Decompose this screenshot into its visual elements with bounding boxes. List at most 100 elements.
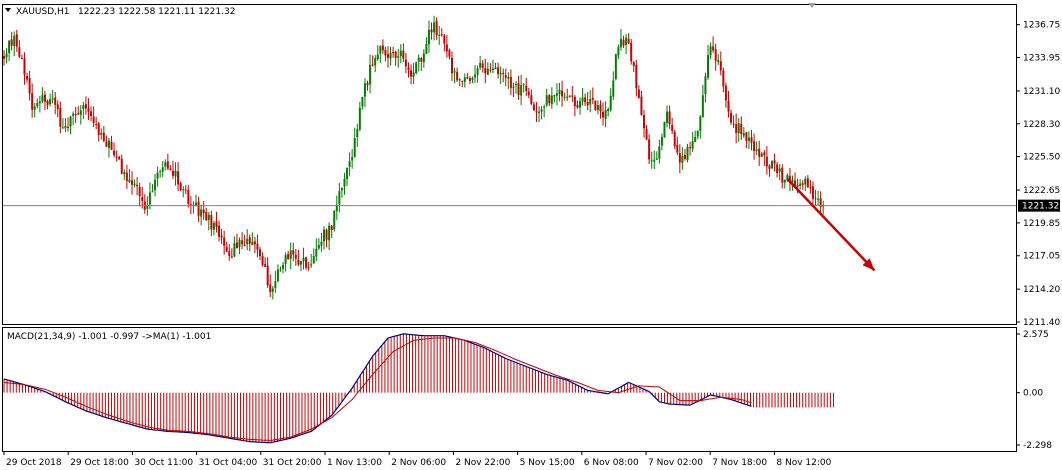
candle-body [259, 249, 261, 256]
candle-body [489, 69, 492, 71]
candle-body [776, 164, 779, 173]
candle-body [225, 247, 228, 252]
candle-body [676, 145, 679, 153]
candle-body [251, 241, 254, 246]
candle-body [545, 95, 548, 106]
candle-body [202, 209, 205, 214]
candle-body [758, 148, 761, 157]
chart-window[interactable]: XAUUSD,H1 1222.23 1222.58 1221.11 1221.3… [0, 0, 1062, 470]
candle-body [315, 248, 318, 257]
candle-body [154, 179, 157, 191]
price-tick-label: 1219.85 [1023, 219, 1060, 229]
candle-body [248, 237, 251, 244]
candle-body [658, 146, 661, 159]
candle-body [630, 42, 633, 62]
candle-body [20, 57, 23, 59]
candle-body [123, 172, 126, 175]
candle-body [678, 153, 681, 163]
candle-body [235, 242, 238, 249]
candle-body [660, 136, 663, 146]
candle-body [773, 160, 776, 164]
candle-body [550, 95, 553, 105]
candle-body [466, 77, 469, 79]
candle-body [197, 201, 200, 216]
candle-body [220, 235, 223, 238]
candle-body [276, 269, 279, 282]
macd-axis: 2.575 0.00 -2.298 [1016, 330, 1052, 451]
candle-body [179, 183, 182, 190]
candle-body [801, 183, 804, 185]
candle-body [138, 186, 141, 197]
candle-body [540, 109, 543, 112]
candle-body [13, 35, 16, 47]
candle-body [266, 265, 269, 286]
candle-body [691, 141, 694, 149]
candle-body [376, 54, 379, 60]
candle-body [440, 34, 443, 36]
time-tick-label: 7 Nov 18:00 [712, 458, 767, 468]
candle-body [602, 111, 605, 118]
price-tick-label: 1225.50 [1023, 153, 1060, 163]
candle-body [41, 95, 44, 102]
current-price-label: 1221.32 [1022, 202, 1059, 212]
candle-body [128, 179, 131, 183]
candle-body [310, 264, 313, 266]
candle-body [100, 132, 103, 135]
candle-body [8, 40, 11, 54]
candle-body [110, 141, 113, 150]
candle-body [504, 75, 507, 78]
candle-body [404, 59, 407, 67]
time-tick-label: 8 Nov 12:00 [776, 458, 831, 468]
candle-body [241, 240, 244, 245]
candle-body [312, 255, 315, 264]
candle-body [205, 212, 208, 221]
candle-body [72, 113, 75, 116]
candle-body [410, 70, 413, 77]
candle-body [87, 108, 90, 112]
candle-body [463, 77, 466, 83]
candle-body [264, 264, 267, 267]
candle-body [783, 179, 786, 183]
candle-body [520, 85, 523, 96]
candle-body [655, 158, 658, 160]
candle-body [768, 165, 771, 169]
candle-body [23, 58, 26, 75]
candle-body [353, 138, 356, 158]
candle-body [271, 288, 274, 292]
candle-body [166, 161, 169, 169]
candle-body [323, 229, 325, 242]
candle-body [67, 126, 69, 128]
candle-body [737, 123, 740, 134]
candle-body [614, 54, 617, 80]
candle-body [46, 100, 49, 106]
candle-body [420, 58, 423, 62]
candle-body [330, 225, 333, 230]
candle-body [351, 156, 354, 161]
candle-body [328, 225, 331, 241]
price-panel-frame[interactable] [2, 4, 1017, 325]
candle-body [3, 55, 5, 59]
candle-body [389, 53, 392, 59]
candle-body [256, 243, 259, 250]
candle-body [171, 170, 174, 176]
candle-body [512, 86, 515, 88]
candle-body [274, 281, 277, 289]
candle-body [200, 209, 203, 217]
candle-body [696, 130, 699, 137]
candle-body [635, 65, 638, 89]
candle-body [594, 100, 597, 111]
candle-body [358, 107, 361, 130]
candle-body [586, 102, 589, 106]
symbol-label: XAUUSD,H1 [16, 7, 70, 17]
candle-body [499, 73, 502, 75]
candle-body [709, 46, 712, 56]
candle-body [643, 115, 645, 129]
candle-body [302, 258, 305, 261]
candle-body [494, 67, 497, 70]
candle-body [740, 123, 743, 135]
macd-panel-frame[interactable] [2, 327, 1017, 452]
candle-body [92, 116, 95, 123]
candle-body [760, 153, 763, 157]
candle-body [333, 210, 336, 230]
candle-body [415, 62, 418, 74]
